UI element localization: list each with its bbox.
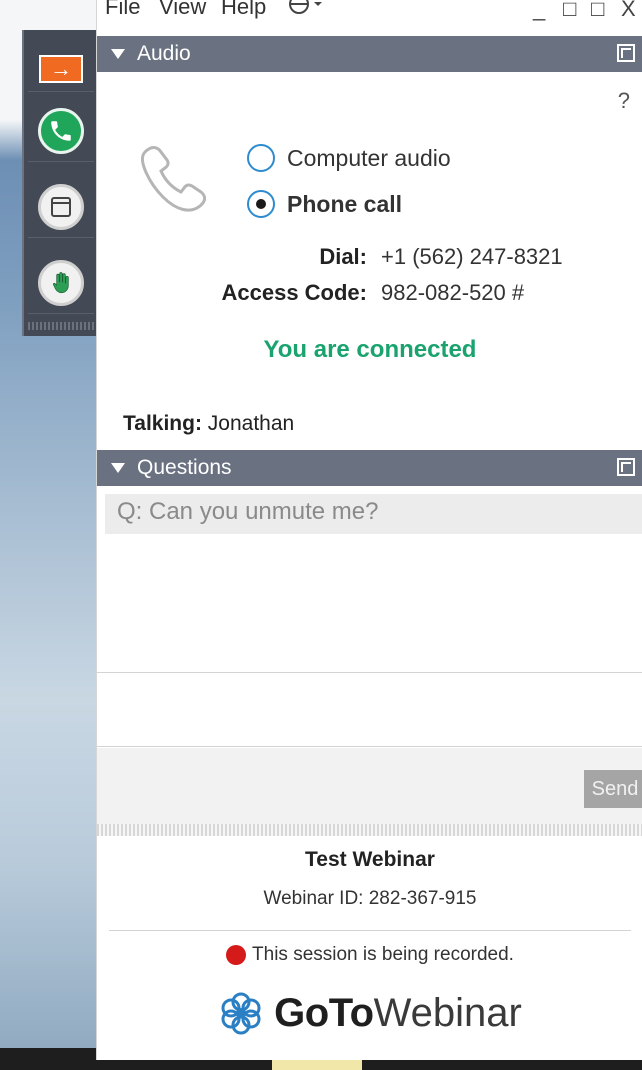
phone-icon — [38, 107, 84, 154]
gotowebinar-control-panel: File View Help _ □ □ X Audio ? Computer … — [96, 0, 642, 1060]
question-list-item[interactable]: Q: Can you unmute me? — [105, 494, 642, 534]
menu-file[interactable]: File — [105, 0, 140, 20]
dial-label: Dial: — [319, 244, 367, 269]
connection-status: You are connected — [263, 336, 477, 363]
popout-icon[interactable] — [617, 44, 635, 62]
audio-help-button[interactable]: ? — [618, 88, 630, 114]
control-panel-dock: → — [22, 30, 96, 336]
recording-notice: This session is being recorded. — [97, 944, 642, 966]
gotowebinar-flower-icon — [221, 992, 261, 1035]
computer-audio-label: Computer audio — [287, 144, 451, 171]
phone-call-label: Phone call — [287, 190, 403, 217]
divider — [97, 746, 642, 747]
access-code-label: Access Code: — [221, 280, 367, 305]
questions-section-header[interactable]: Questions — [97, 450, 642, 486]
menu-bar: File View Help _ □ □ X — [97, 0, 642, 36]
arrow-right-icon: → — [39, 54, 83, 83]
brand-goto: GoTo — [274, 990, 374, 1035]
popout-icon[interactable] — [617, 458, 635, 476]
recording-dot-icon — [226, 945, 247, 965]
dock-grip[interactable] — [28, 322, 94, 330]
screen-toggle-button[interactable] — [28, 176, 94, 238]
restore-button[interactable]: □ — [563, 0, 576, 22]
gotowebinar-logo: GoTo Webinar — [97, 990, 642, 1036]
screen-icon — [38, 183, 84, 230]
dial-number: +1 (562) 247-8321 — [381, 244, 563, 269]
computer-audio-radio[interactable] — [247, 144, 275, 172]
talking-indicator: Talking: Jonathan — [123, 412, 294, 436]
recording-text: This session is being recorded. — [252, 944, 514, 965]
audio-toggle-button[interactable] — [28, 100, 94, 162]
phone-call-radio[interactable] — [247, 190, 275, 218]
language-icon[interactable] — [287, 0, 323, 20]
resize-grip[interactable] — [97, 824, 642, 836]
audio-section-title: Audio — [137, 42, 191, 65]
close-button[interactable]: X — [621, 0, 636, 22]
webinar-title: Test Webinar — [305, 848, 435, 871]
divider — [109, 930, 631, 931]
divider — [97, 672, 642, 673]
collapse-triangle-icon — [111, 463, 125, 473]
raise-hand-icon — [38, 259, 84, 306]
menu-view[interactable]: View — [159, 0, 206, 20]
audio-section-header[interactable]: Audio — [97, 36, 642, 72]
talking-label: Talking: — [123, 412, 202, 435]
send-button[interactable]: Send — [584, 770, 642, 808]
minimize-button[interactable]: _ — [533, 0, 545, 22]
raise-hand-button[interactable] — [28, 252, 94, 314]
collapse-panel-button[interactable]: → — [28, 46, 94, 92]
questions-section-title: Questions — [137, 456, 232, 479]
question-input[interactable] — [97, 748, 642, 824]
talking-name: Jonathan — [207, 412, 295, 435]
brand-webinar: Webinar — [373, 990, 522, 1035]
maximize-button[interactable]: □ — [591, 0, 604, 22]
collapse-triangle-icon — [111, 49, 125, 59]
menu-help[interactable]: Help — [221, 0, 266, 20]
phone-call-option[interactable]: Phone call — [247, 190, 402, 218]
webinar-id: Webinar ID: 282-367-915 — [263, 888, 477, 909]
handset-icon — [141, 146, 207, 212]
access-code-value: 982-082-520 # — [381, 280, 525, 305]
computer-audio-option[interactable]: Computer audio — [247, 144, 451, 172]
